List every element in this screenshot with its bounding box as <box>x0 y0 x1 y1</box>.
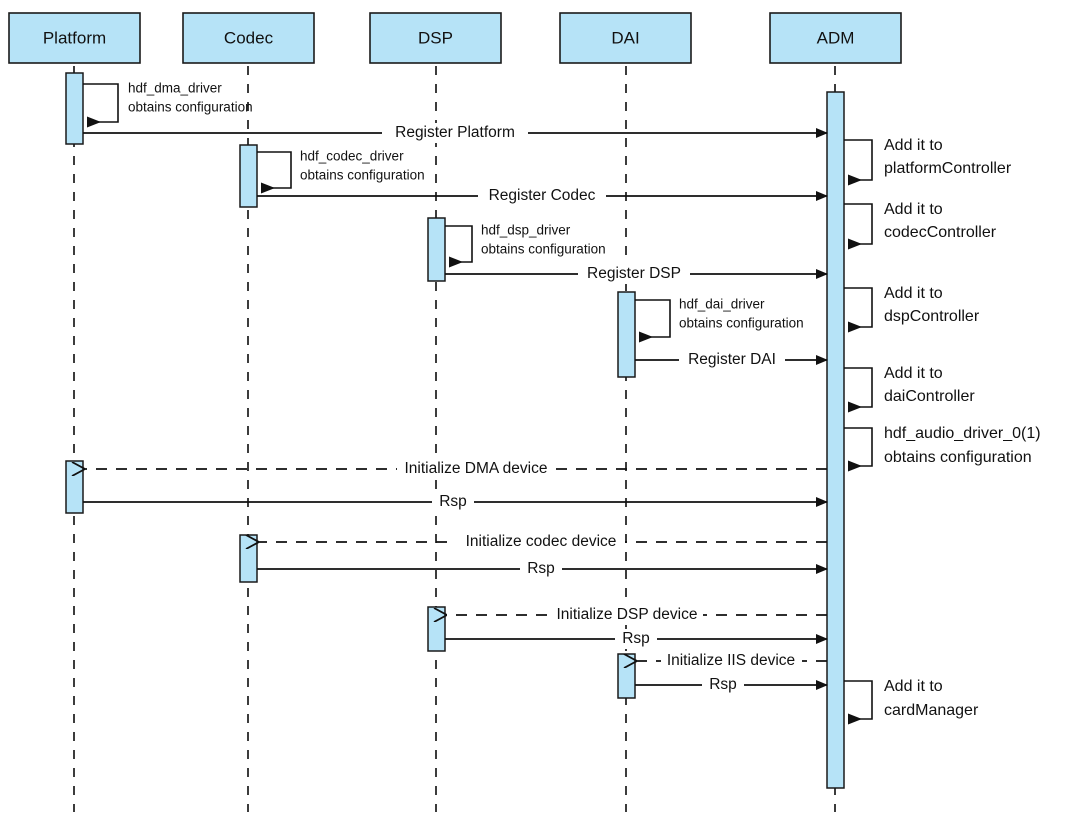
actor-label-codec: Codec <box>224 28 274 47</box>
self-call-loops-layer: hdf_dma_driver obtains configuration hdf… <box>83 81 804 343</box>
message-label-initialize-codec-device: Initialize codec device <box>466 533 617 550</box>
actor-codec[interactable]: Codec <box>182 12 315 64</box>
self-note-codec-line1: hdf_codec_driver <box>300 149 404 164</box>
message-initialize-iis-device[interactable]: Initialize IIS device <box>636 651 827 671</box>
sequence-diagram-canvas: Platform Codec DSP DAI ADM hdf_dma_drive… <box>8 12 1041 812</box>
activation-bar-platform-register <box>65 72 84 145</box>
adm-note-dai-controller-line1: Add it to <box>884 365 943 382</box>
actor-platform[interactable]: Platform <box>8 12 141 64</box>
activation-bar-dsp-register <box>427 217 446 282</box>
adm-note-audio-driver-line1: hdf_audio_driver_0(1) <box>884 425 1041 442</box>
adm-note-codec-controller-line1: Add it to <box>884 201 943 218</box>
adm-note-dsp-controller-line1: Add it to <box>884 285 943 302</box>
adm-note-dsp-controller-line2: dspController <box>884 308 980 325</box>
adm-note-card-manager: Add it to cardManager <box>844 678 979 725</box>
message-label-rsp-codec: Rsp <box>527 560 555 577</box>
lifelines-layer <box>73 66 836 812</box>
adm-note-platform-controller-line2: platformController <box>884 160 1012 177</box>
adm-self-arrow-dai-controller <box>844 367 873 413</box>
self-call-dai: hdf_dai_driver obtains configuration <box>635 297 804 343</box>
adm-note-platform-controller-line1: Add it to <box>884 137 943 154</box>
message-label-register-codec: Register Codec <box>489 187 596 204</box>
adm-self-arrow-platform-controller <box>844 139 873 186</box>
self-call-arrow-codec <box>257 151 292 194</box>
self-note-dai-line2: obtains configuration <box>679 316 804 331</box>
actor-label-platform: Platform <box>43 28 106 47</box>
adm-self-arrow-codec-controller <box>844 203 873 250</box>
message-label-rsp-dsp: Rsp <box>622 630 650 647</box>
adm-note-dai-controller: Add it to daiController <box>844 365 975 413</box>
self-call-dsp: hdf_dsp_driver obtains configuration <box>445 223 606 268</box>
activation-bar-codec-register <box>239 144 258 208</box>
message-label-initialize-dsp-device: Initialize DSP device <box>556 606 697 623</box>
sequence-diagram-root: Platform Codec DSP DAI ADM hdf_dma_drive… <box>0 0 1068 816</box>
self-note-platform-line1: hdf_dma_driver <box>128 81 222 96</box>
adm-note-audio-driver: hdf_audio_driver_0(1) obtains configurat… <box>844 425 1041 472</box>
self-call-codec: hdf_codec_driver obtains configuration <box>257 149 425 194</box>
adm-self-arrow-dsp-controller <box>844 287 873 333</box>
message-register-dai[interactable]: Register DAI <box>635 350 828 370</box>
message-label-rsp-dma: Rsp <box>439 493 467 510</box>
adm-note-codec-controller-line2: codecController <box>884 224 997 241</box>
adm-note-dai-controller-line2: daiController <box>884 388 975 405</box>
message-rsp-dma[interactable]: Rsp <box>83 492 828 512</box>
actor-label-adm: ADM <box>817 28 855 47</box>
activation-bar-dsp-init <box>427 606 446 652</box>
activation-bar-adm <box>826 91 845 789</box>
self-note-dsp-line2: obtains configuration <box>481 242 606 257</box>
self-note-dsp-line1: hdf_dsp_driver <box>481 223 571 238</box>
message-rsp-codec[interactable]: Rsp <box>257 559 828 579</box>
actor-dai[interactable]: DAI <box>559 12 692 64</box>
self-note-platform-line2: obtains configuration <box>128 100 253 115</box>
adm-note-card-manager-line2: cardManager <box>884 702 979 719</box>
message-rsp-iis[interactable]: Rsp <box>635 675 828 695</box>
message-label-initialize-dma-device: Initialize DMA device <box>404 460 547 477</box>
message-label-register-dsp: Register DSP <box>587 265 681 282</box>
activation-bar-dai-init <box>617 653 636 699</box>
adm-self-arrow-audio-driver <box>844 427 873 472</box>
message-initialize-dsp-device[interactable]: Initialize DSP device <box>446 605 827 625</box>
self-call-arrow-platform <box>83 83 119 128</box>
self-call-platform: hdf_dma_driver obtains configuration <box>83 81 253 128</box>
message-register-platform[interactable]: Register Platform <box>83 123 828 143</box>
adm-self-arrow-card-manager <box>844 680 873 725</box>
adm-self-call-notes-layer: Add it to platformController Add it to c… <box>844 137 1041 725</box>
self-call-arrow-dai <box>635 299 671 343</box>
actor-dsp[interactable]: DSP <box>369 12 502 64</box>
actor-headers-layer: Platform Codec DSP DAI ADM <box>8 12 902 64</box>
activation-bar-dai-register <box>617 291 636 378</box>
adm-note-card-manager-line1: Add it to <box>884 678 943 695</box>
activation-bar-platform-init <box>65 460 84 514</box>
adm-note-platform-controller: Add it to platformController <box>844 137 1012 186</box>
message-label-register-dai: Register DAI <box>688 351 776 368</box>
adm-note-dsp-controller: Add it to dspController <box>844 285 980 333</box>
activation-bar-codec-init <box>239 534 258 583</box>
actor-adm[interactable]: ADM <box>769 12 902 64</box>
self-note-codec-line2: obtains configuration <box>300 168 425 183</box>
adm-note-audio-driver-line2: obtains configuration <box>884 449 1032 466</box>
message-label-rsp-iis: Rsp <box>709 676 737 693</box>
actor-label-dai: DAI <box>611 28 639 47</box>
message-label-register-platform: Register Platform <box>395 124 515 141</box>
message-label-initialize-iis-device: Initialize IIS device <box>667 652 795 669</box>
messages-layer: Register Platform Register Codec Registe… <box>83 123 828 695</box>
message-register-dsp[interactable]: Register DSP <box>445 264 828 284</box>
message-initialize-dma-device[interactable]: Initialize DMA device <box>84 459 827 479</box>
message-register-codec[interactable]: Register Codec <box>257 186 828 206</box>
self-call-arrow-dsp <box>445 225 473 268</box>
message-initialize-codec-device[interactable]: Initialize codec device <box>258 532 827 552</box>
adm-note-codec-controller: Add it to codecController <box>844 201 997 250</box>
actor-label-dsp: DSP <box>418 28 453 47</box>
message-rsp-dsp[interactable]: Rsp <box>445 629 828 649</box>
self-note-dai-line1: hdf_dai_driver <box>679 297 765 312</box>
